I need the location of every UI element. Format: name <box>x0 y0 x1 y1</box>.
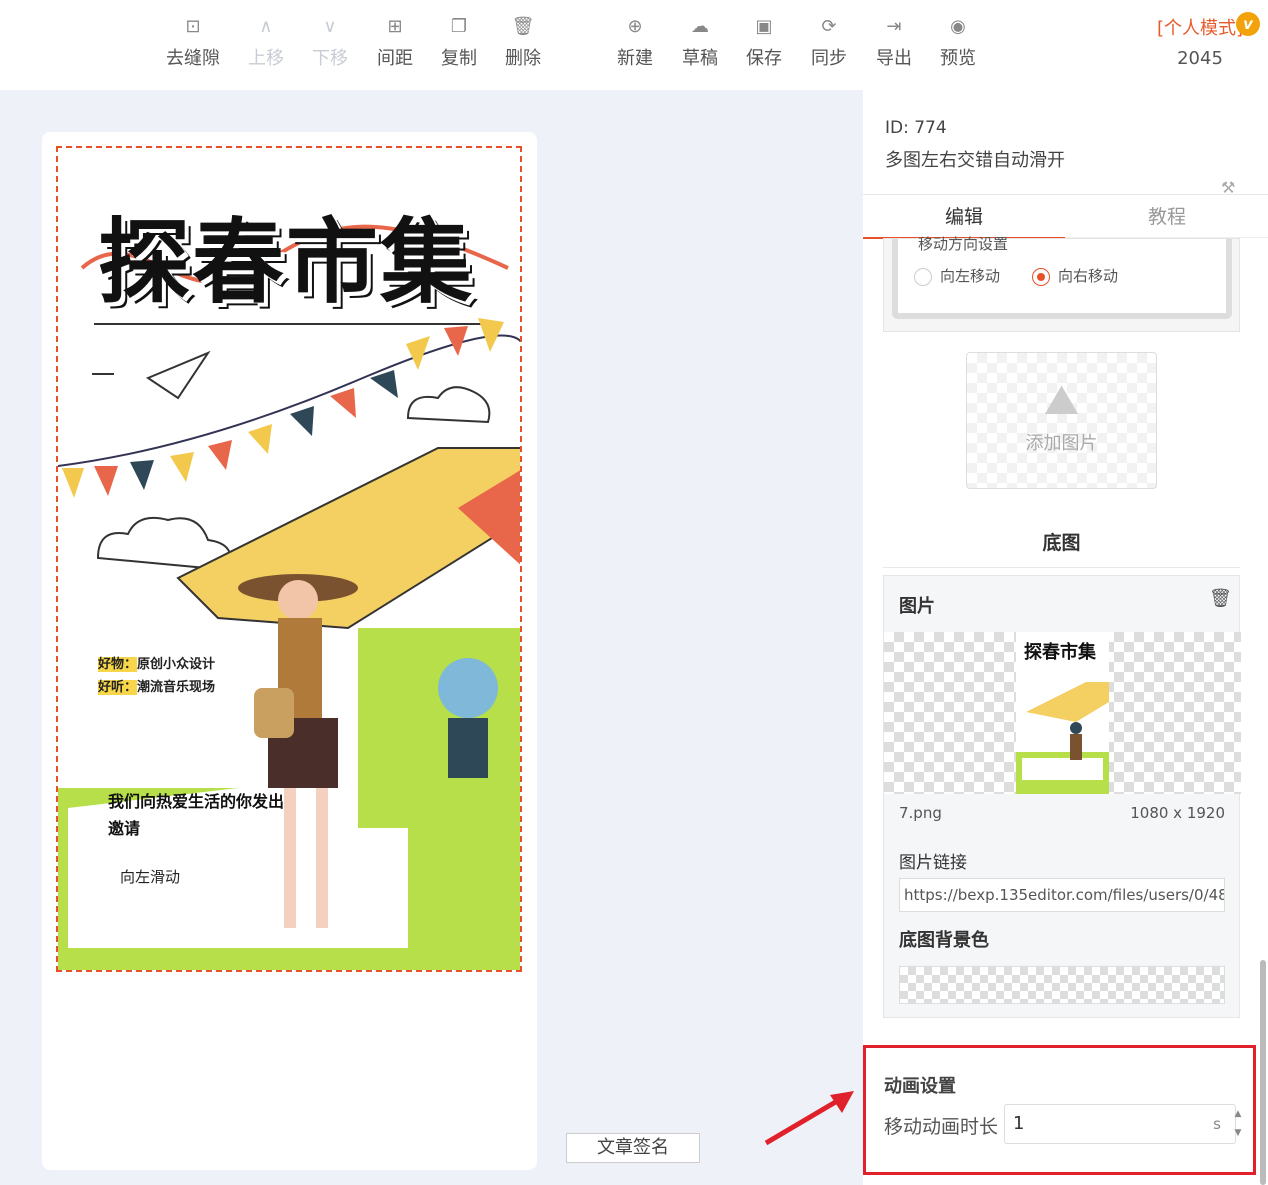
vip-badge-icon: v <box>1236 12 1260 36</box>
radio-move-left[interactable]: 向左移动 <box>914 265 1000 286</box>
delete-button[interactable]: 🗑 删除 <box>491 14 555 70</box>
new-button[interactable]: ⊕ 新建 <box>603 14 667 70</box>
add-image-button[interactable]: ⛰ 添加图片 <box>966 352 1157 489</box>
template-id: ID: 774 <box>885 118 947 138</box>
export-icon: ⇥ <box>886 16 902 37</box>
poster-block[interactable]: 探春市集 好物：原创小众设计 好听：潮流音乐现场 我们向热爱生活的你发出邀请 向… <box>56 146 522 972</box>
eye-icon: ◉ <box>950 16 966 37</box>
file-dimensions: 1080 x 1920 <box>1130 804 1225 822</box>
radio-circle-icon <box>914 267 932 286</box>
panel-tabs: 编辑 教程 <box>863 194 1268 239</box>
animation-title: 动画设置 <box>884 1076 956 1097</box>
template-name: 多图左右交错自动滑开 <box>885 150 1065 171</box>
move-down-button[interactable]: ∨ 下移 <box>298 14 362 70</box>
sync-icon: ⟳ <box>821 16 837 37</box>
move-up-button[interactable]: ∧ 上移 <box>234 14 298 70</box>
direction-settings: 移动方向设置 向左移动 向右移动 <box>883 235 1240 332</box>
remove-gap-button[interactable]: ⊡ 去缝隙 <box>161 14 225 70</box>
cloud-icon: ☁ <box>691 16 709 37</box>
copy-button[interactable]: ❐ 复制 <box>427 14 491 70</box>
preview-button[interactable]: ◉ 预览 <box>926 14 990 70</box>
mode-count: 2045 <box>1177 48 1223 69</box>
panel-scrollbar[interactable] <box>1260 960 1266 1185</box>
bg-color-picker[interactable] <box>899 966 1225 1004</box>
image-link-input[interactable]: https://bexp.135editor.com/files/users/0… <box>899 878 1225 912</box>
trash-icon[interactable]: 🗑 <box>1209 588 1232 609</box>
stepper-icon[interactable]: ▲ ▼ <box>1233 1105 1243 1143</box>
bg-color-label: 底图背景色 <box>899 930 989 951</box>
image-preview[interactable]: 探春市集 <box>884 632 1241 794</box>
direction-title: 移动方向设置 <box>918 235 1009 253</box>
tab-tutorial[interactable]: 教程 <box>1066 195 1268 239</box>
animation-settings-highlight: 动画设置 移动动画时长 1 s ▲ ▼ <box>863 1045 1256 1175</box>
chevron-down-icon: ∨ <box>323 16 337 37</box>
toolbar: ⊡ 去缝隙 ∧ 上移 ∨ 下移 ⊞ 间距 ❐ 复制 🗑 删除 ⊕ 新建 ☁ 草稿 ▣ 保存 ⟳ 同步… <box>0 0 1268 90</box>
image-link-label: 图片链接 <box>899 853 967 873</box>
settings-panel: ID: 774 多图左右交错自动滑开 ⚒ 编辑 教程 移动方向设置 向左移动 向… <box>863 90 1268 1185</box>
save-button[interactable]: ▣ 保存 <box>732 14 796 70</box>
copy-icon: ❐ <box>450 16 468 37</box>
save-icon: ▣ <box>755 16 773 37</box>
poster-invite-text: 我们向热爱生活的你发出邀请 <box>108 792 285 838</box>
radio-checked-icon <box>1032 267 1050 286</box>
sync-button[interactable]: ⟳ 同步 <box>797 14 861 70</box>
base-image-card: 图片 🗑 探春市集 7.png 1080 x 1920 图片链接 https:/… <box>883 575 1241 1018</box>
thumbnail-title: 探春市集 <box>1024 642 1096 663</box>
article-signature-button[interactable]: 文章签名 <box>566 1133 700 1163</box>
duration-input[interactable]: 1 s ▲ ▼ <box>1004 1104 1241 1144</box>
image-add-icon: ⛰ <box>1043 375 1080 424</box>
red-arrow-icon <box>764 1091 854 1146</box>
trash-icon: 🗑 <box>511 16 535 37</box>
poster-line-1: 好物：原创小众设计 <box>98 657 216 672</box>
poster-title: 探春市集 <box>98 209 475 316</box>
chevron-up-icon: ∧ <box>259 16 273 37</box>
image-label: 图片 <box>899 596 935 617</box>
mode-switch[interactable]: [个人模式] 2045 <box>1150 14 1250 69</box>
export-button[interactable]: ⇥ 导出 <box>862 14 926 70</box>
poster-line-2: 好听：潮流音乐现场 <box>98 680 216 695</box>
radio-move-right[interactable]: 向右移动 <box>1032 265 1118 286</box>
poster-swipe-hint: 向左滑动 <box>120 868 181 886</box>
draft-button[interactable]: ☁ 草稿 <box>668 14 732 70</box>
spacing-button[interactable]: ⊞ 间距 <box>363 14 427 70</box>
new-file-icon: ⊕ <box>627 16 643 37</box>
duration-unit: s <box>1213 1115 1221 1133</box>
mode-label: [个人模式] <box>1156 18 1244 39</box>
image-thumbnail: 探春市集 <box>1016 632 1109 794</box>
spacing-icon: ⊞ <box>387 16 403 37</box>
base-image-section-title: 底图 <box>883 528 1240 568</box>
grid-icon: ⊡ <box>185 16 201 37</box>
file-name: 7.png <box>899 804 942 822</box>
duration-label: 移动动画时长 <box>884 1116 999 1138</box>
